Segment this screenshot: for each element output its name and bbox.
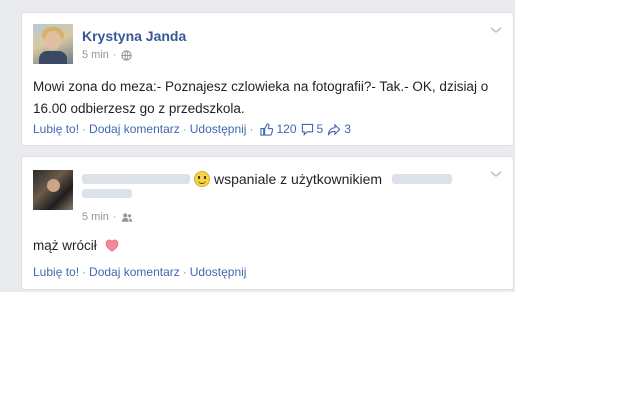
timestamp[interactable]: 5 min: [82, 211, 109, 223]
post-actions: Lubię to! · Dodaj komentarz · Udostępnij…: [33, 122, 351, 136]
post-meta: 5 min ·: [82, 211, 133, 223]
post-card: wspaniale z użytkownikiem 5 min · mąż wr…: [21, 156, 514, 290]
chevron-down-icon[interactable]: [489, 169, 503, 179]
share-icon: [328, 123, 341, 135]
news-feed: Krystyna Janda 5 min · Mowi zona do meza…: [0, 0, 515, 292]
thumbs-up-icon: [260, 122, 274, 136]
like-link[interactable]: Lubię to!: [33, 122, 79, 136]
comment-icon: [301, 123, 313, 136]
avatar[interactable]: [33, 170, 73, 210]
like-link[interactable]: Lubię to!: [33, 265, 79, 279]
comment-link[interactable]: Dodaj komentarz: [89, 265, 180, 279]
likes-number: 120: [276, 122, 297, 136]
meta-separator: ·: [112, 211, 117, 223]
redacted-name: [82, 189, 132, 198]
redacted-name: [392, 174, 453, 184]
post-meta: 5 min ·: [82, 49, 132, 61]
heart-icon: [105, 239, 118, 252]
smiley-icon: [194, 171, 210, 187]
author-name[interactable]: Krystyna Janda: [82, 28, 186, 44]
globe-icon: [120, 49, 132, 61]
chevron-down-icon[interactable]: [489, 25, 503, 35]
likes-count[interactable]: 120: [260, 122, 297, 136]
comments-number: 5: [316, 122, 324, 136]
feeling-text: wspaniale z użytkownikiem: [214, 171, 383, 187]
avatar[interactable]: [33, 24, 73, 64]
post-actions: Lubię to! · Dodaj komentarz · Udostępnij: [33, 265, 247, 279]
post-text: Mowi zona do meza:- Poznajesz czlowieka …: [33, 79, 489, 116]
redacted-name: [82, 172, 192, 184]
share-link[interactable]: Udostępnij: [190, 265, 247, 279]
comments-count[interactable]: 5: [301, 122, 324, 136]
friends-icon: [121, 212, 132, 222]
shares-number: 3: [344, 122, 351, 136]
share-link[interactable]: Udostępnij: [190, 122, 247, 136]
timestamp[interactable]: 5 min: [82, 49, 109, 61]
feeling-status: wspaniale z użytkownikiem: [194, 171, 453, 187]
post-card: Krystyna Janda 5 min · Mowi zona do meza…: [21, 12, 514, 146]
comment-link[interactable]: Dodaj komentarz: [89, 122, 180, 136]
post-text-content: mąż wrócił: [33, 238, 97, 253]
meta-separator: ·: [112, 49, 117, 61]
post-text: mąż wrócił: [33, 235, 119, 257]
shares-count[interactable]: 3: [327, 122, 351, 136]
